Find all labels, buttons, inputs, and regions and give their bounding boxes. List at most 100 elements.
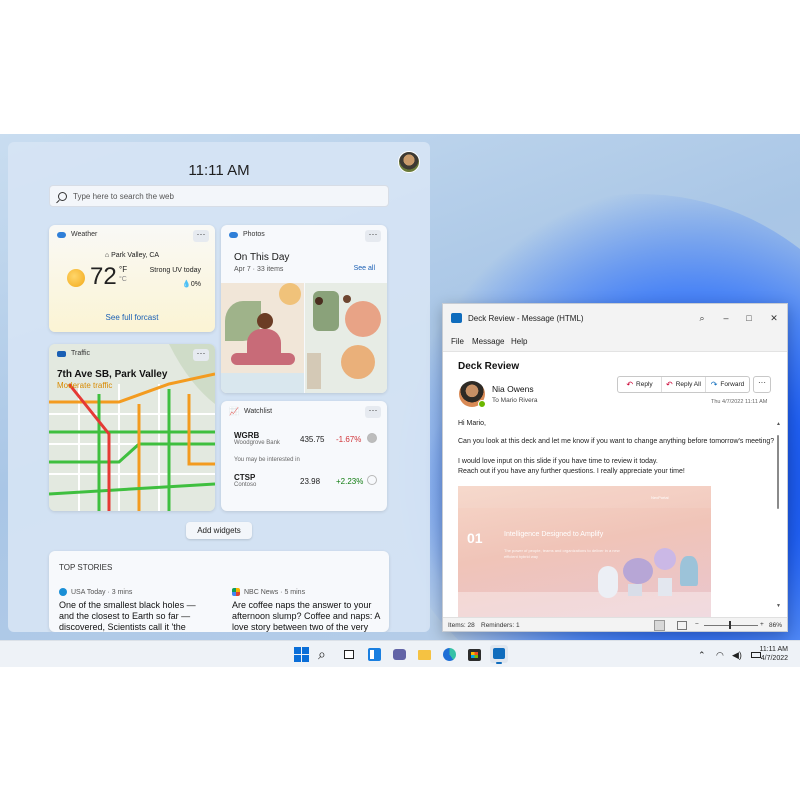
onedrive-icon [229,231,238,238]
body-greeting: Hi Mario, [458,420,487,427]
cloud-icon [57,231,66,238]
story-source: USA Today · 3 mins [71,588,133,596]
precip-chance: 0% [190,281,201,288]
raindrop-icon: 💧 [182,281,191,288]
reply-button[interactable]: ↶ Reply [618,377,662,392]
weather-more-button[interactable]: ··· [193,230,209,242]
edge-icon[interactable] [442,647,457,662]
search-icon [58,191,67,201]
full-forecast-link[interactable]: See full forcast [49,313,215,322]
scroll-thumb[interactable] [777,435,779,509]
reply-all-label: Reply All [675,381,701,388]
body-paragraph: I would love input on this slide if you … [458,458,658,465]
body-paragraph: Can you look at this deck and let me kno… [458,438,775,445]
stock-row[interactable]: WGRB Woodgrove Bank 435.75 -1.67% [234,431,377,446]
more-actions-button[interactable]: ··· [753,376,771,393]
reply-label: Reply [636,381,653,388]
taskbar: ⌕ ⌃ ◠ ◀) 11:11 AM 4/7/2022 [0,640,800,667]
close-button[interactable]: ✕ [767,311,781,325]
zoom-level[interactable]: 86% [769,622,782,629]
task-view-icon[interactable] [342,647,357,662]
photo-highfive[interactable] [305,283,387,393]
search-icon[interactable]: ⌕ [695,311,709,325]
photos-more-button[interactable]: ··· [365,230,381,242]
maximize-button[interactable]: □ [742,311,756,325]
forward-button[interactable]: ↷ Forward [706,377,749,392]
taskbar-date: 4/7/2022 [760,655,788,662]
stock-row[interactable]: CTSP Contoso 23.98 +2.23% [234,473,377,488]
add-widgets-button[interactable]: Add widgets [186,522,252,539]
nbc-news-logo-icon [232,588,240,596]
traffic-car-icon [57,350,66,357]
traffic-status: Moderate traffic [57,381,113,390]
forward-icon: ↷ [710,380,718,389]
sender-name[interactable]: Nia Owens [492,384,534,394]
story-headline[interactable]: Are coffee naps the answer to your after… [232,600,382,632]
zoom-in-icon[interactable]: + [760,621,764,628]
scrollbar[interactable]: ▲ ▼ [776,421,781,611]
mail-window: Deck Review - Message (HTML) ⌕ – □ ✕ Fil… [442,303,788,632]
start-icon[interactable] [294,647,309,662]
photos-label: Photos [243,231,265,238]
weather-location: Park Valley, CA [111,252,160,259]
traffic-widget[interactable]: Traffic ··· 7th Ave SB, Park Valley Mode… [49,344,215,511]
traffic-more-button[interactable]: ··· [193,349,209,361]
zoom-slider-thumb[interactable] [729,621,731,629]
weather-condition: Strong UV today [149,267,201,274]
message-subject: Deck Review [458,361,520,372]
recipient[interactable]: To Mario Rivera [492,397,538,404]
watchlist-more-button[interactable]: ··· [365,406,381,418]
photos-see-all-link[interactable]: See all [354,265,375,272]
presence-icon [478,400,486,408]
minimize-button[interactable]: – [719,311,733,325]
weather-label: Weather [71,231,98,238]
message-date: Thu 4/7/2022 11:11 AM [711,399,768,405]
photos-widget[interactable]: Photos ··· On This Day Apr 7 · 33 items … [221,225,387,393]
reminders-count[interactable]: Reminders: 1 [481,622,520,629]
menu-message[interactable]: Message [472,337,504,346]
search-placeholder: Type here to search the web [73,191,174,201]
usa-today-logo-icon [59,588,67,596]
zoom-out-icon[interactable]: − [695,621,699,628]
unit-fahrenheit[interactable]: °F [119,265,127,274]
zoom-slider[interactable] [704,625,758,626]
user-avatar[interactable] [398,151,420,173]
normal-view-icon[interactable] [654,620,665,631]
outlook-icon[interactable] [490,645,508,664]
items-count: Items: 28 [448,622,475,629]
added-check-icon[interactable] [367,433,377,443]
slide-subtitle: The power of people, teams and organizat… [504,548,620,559]
watchlist-widget[interactable]: 📈 Watchlist ··· WGRB Woodgrove Bank 435.7… [221,401,387,511]
chart-icon: 📈 [229,407,239,416]
menu-help[interactable]: Help [511,337,527,346]
scroll-down-icon[interactable]: ▼ [776,603,781,609]
teams-icon[interactable] [392,647,407,662]
add-stock-icon[interactable] [367,475,377,485]
photo-meditation[interactable] [221,283,304,393]
story-headline[interactable]: One of the smallest black holes — and th… [59,600,209,632]
store-icon[interactable] [467,647,482,662]
taskbar-clock[interactable]: 11:11 AM 4/7/2022 [759,645,788,663]
title-bar[interactable]: Deck Review - Message (HTML) ⌕ – □ ✕ [443,304,787,332]
chevron-up-icon[interactable]: ⌃ [698,650,706,661]
temperature: 72 [90,263,117,290]
weather-widget[interactable]: Weather ··· ⌂ Park Valley, CA 72 °F °C S… [49,225,215,332]
stock-change: +2.23% [336,477,364,486]
volume-icon[interactable]: ◀) [732,650,742,661]
reply-all-icon: ↶ [666,380,673,389]
file-explorer-icon[interactable] [417,647,432,662]
search-icon[interactable]: ⌕ [318,647,333,662]
unit-celsius[interactable]: °C [119,276,127,283]
menu-file[interactable]: File [451,337,464,346]
photos-subtitle: Apr 7 · 33 items [234,266,284,273]
stock-change: -1.67% [336,435,362,444]
scroll-up-icon[interactable]: ▲ [776,421,781,427]
reply-all-button[interactable]: ↶ Reply All [662,377,706,392]
reading-view-icon[interactable] [677,621,687,630]
wifi-icon[interactable]: ◠ [716,650,724,661]
response-actions: ↶ Reply ↶ Reply All ↷ Forward [617,376,750,393]
web-search-box[interactable]: Type here to search the web [49,185,389,207]
sun-icon [67,269,85,287]
widgets-icon[interactable] [367,647,382,662]
slide-image[interactable]: NexPortal 01 Intelligence Designed to Am… [458,486,711,617]
